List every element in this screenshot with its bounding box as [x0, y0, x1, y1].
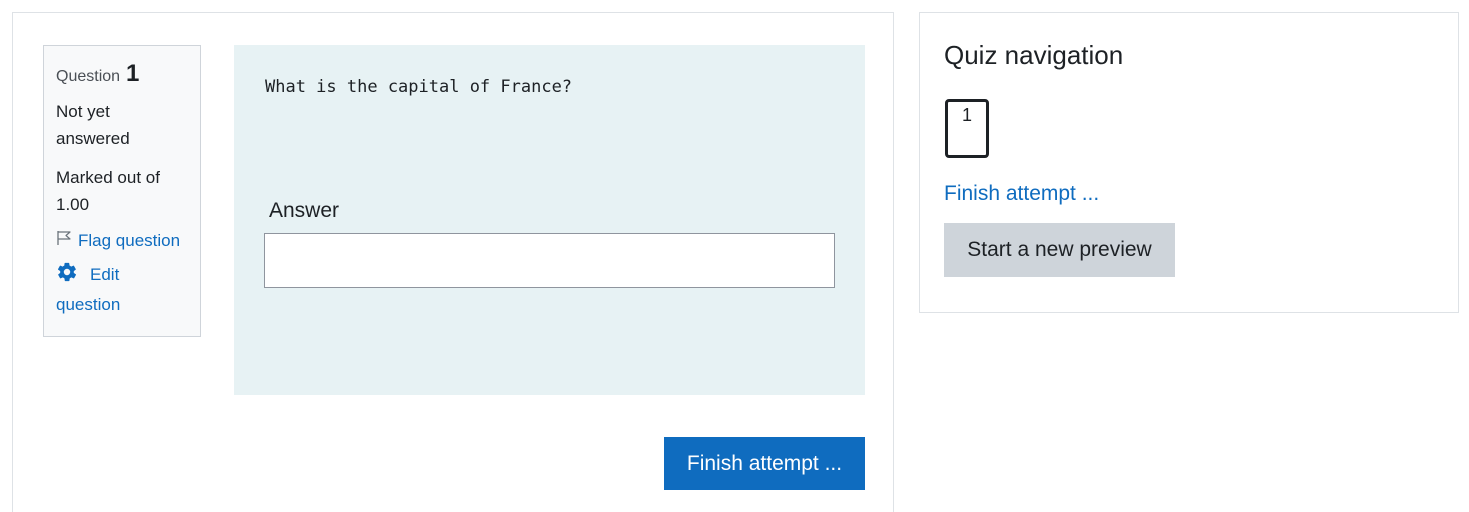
question-text: What is the capital of France? [265, 77, 573, 97]
finish-attempt-button[interactable]: Finish attempt ... [664, 437, 865, 490]
flag-icon [56, 230, 72, 251]
nav-finish-attempt-link[interactable]: Finish attempt ... [944, 182, 1099, 206]
flag-question-link[interactable]: Flag question [56, 230, 188, 251]
quiz-navigation-title: Quiz navigation [944, 40, 1124, 70]
question-info-panel: Question 1 Not yet answered Marked out o… [43, 45, 201, 337]
question-label: Question [56, 68, 121, 85]
quiz-nav-question-1[interactable]: 1 [945, 99, 989, 158]
start-new-preview-button[interactable]: Start a new preview [944, 223, 1175, 277]
answer-input[interactable] [264, 233, 835, 288]
question-state: Not yet answered [56, 102, 130, 148]
question-grade: Marked out of 1.00 [56, 168, 160, 214]
flag-question-label: Flag question [78, 230, 181, 250]
question-content: What is the capital of France? Answer [234, 45, 865, 395]
edit-question-link[interactable]: Edit question [56, 261, 188, 318]
question-card: Question 1 Not yet answered Marked out o… [12, 12, 894, 512]
quiz-navigation-panel: Quiz navigation 1 Finish attempt ... Sta… [919, 12, 1459, 313]
gear-icon [56, 261, 78, 291]
question-heading: Question 1 [56, 60, 188, 88]
answer-label: Answer [269, 199, 340, 222]
question-number: 1 [126, 60, 140, 87]
